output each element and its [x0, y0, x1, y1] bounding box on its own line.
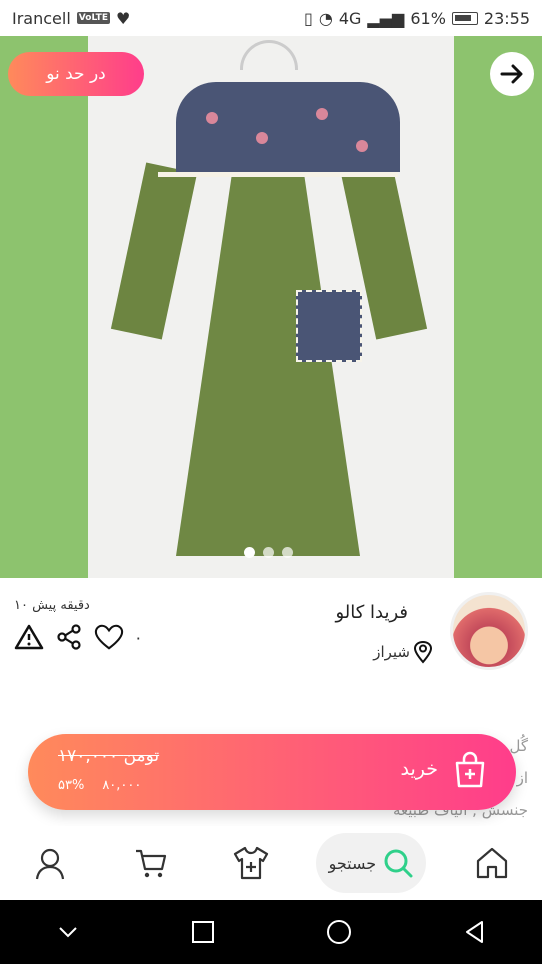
condition-badge: در حد نو [8, 52, 144, 96]
carrier: Irancell [12, 8, 71, 28]
carousel-dot[interactable] [282, 547, 293, 558]
product-photo [88, 36, 454, 578]
listing-info: ۱۰ دقیقه پیش ۰ فریدا کالو شیراز [0, 578, 542, 688]
report-button[interactable] [14, 622, 44, 652]
nav-cart[interactable] [116, 833, 186, 893]
screen: Irancell VoLTE ♥ ▯ ◔ 4G ▂▄▆ 61% 23:55 در… [0, 0, 542, 964]
bottom-nav: جستجو [0, 826, 542, 900]
search-icon [384, 849, 413, 878]
price-row: ۵۳% ۸۰,۰۰۰ [58, 778, 141, 793]
status-right: ▯ ◔ 4G ▂▄▆ 61% 23:55 [304, 9, 530, 28]
share-icon [57, 624, 81, 650]
dress-lace-trim [158, 172, 398, 177]
system-nav-bar [0, 900, 542, 964]
chevron-down-icon[interactable] [55, 919, 81, 945]
nav-add-item[interactable] [216, 833, 286, 893]
nav-search[interactable]: جستجو [316, 833, 427, 893]
carousel-dots [244, 547, 293, 558]
battery-icon [451, 11, 478, 25]
sale-price: ۸۰,۰۰۰ [102, 778, 142, 793]
nav-profile[interactable] [15, 833, 85, 893]
signal-icon: ▂▄▆ [367, 8, 405, 28]
home-circle-icon[interactable] [325, 918, 353, 946]
buy-button[interactable]: خرید ۱۷۰,۰۰۰ تومن ۵۳% ۸۰,۰۰۰ [28, 734, 516, 810]
recents-icon[interactable] [190, 919, 216, 945]
status-left: Irancell VoLTE ♥ [12, 9, 130, 28]
vibrate-icon: ▯ [304, 8, 313, 28]
flower-pattern [206, 112, 218, 124]
like-count: ۰ [134, 627, 143, 647]
dress-pocket [296, 290, 362, 362]
product-image-carousel[interactable]: در حد نو [0, 36, 542, 578]
warning-icon [14, 624, 44, 650]
seller-name[interactable]: فریدا کالو [335, 602, 408, 623]
add-clothing-icon [233, 846, 269, 880]
profile-icon [36, 848, 65, 880]
buy-label: خرید [400, 758, 439, 780]
seller-avatar[interactable] [450, 592, 528, 670]
battery-percent: 61% [410, 8, 446, 28]
network-label: 4G [338, 8, 362, 28]
original-price: ۱۷۰,۰۰۰ تومن [58, 746, 160, 766]
carousel-dot[interactable] [244, 547, 255, 558]
carousel-dot[interactable] [263, 547, 274, 558]
shopping-bag-plus-icon [455, 751, 485, 788]
dress-left-sleeve [110, 162, 198, 340]
search-label: جستجو [328, 853, 377, 873]
location-pin-icon [413, 640, 433, 664]
status-bar: Irancell VoLTE ♥ ▯ ◔ 4G ▂▄▆ 61% 23:55 [0, 0, 542, 36]
nav-home[interactable] [457, 833, 527, 893]
home-icon [476, 847, 507, 879]
posted-time: ۱۰ دقیقه پیش [14, 598, 90, 613]
heart-icon [94, 624, 124, 650]
listing-actions: ۰ [14, 622, 143, 652]
heart-status-icon: ♥ [115, 8, 131, 28]
flower-pattern [256, 132, 268, 144]
volte-badge: VoLTE [76, 12, 110, 24]
clock: 23:55 [483, 8, 530, 28]
cart-icon [135, 849, 166, 878]
hanger-hook [240, 40, 298, 70]
flower-pattern [356, 140, 368, 152]
dress-floral-yoke [176, 82, 400, 172]
flower-pattern [316, 108, 328, 120]
back-triangle-icon[interactable] [462, 919, 488, 945]
arrow-right-icon [500, 64, 523, 84]
like-button[interactable] [94, 622, 124, 652]
discount-percent: ۵۳% [58, 778, 85, 793]
seller-city: شیراز [373, 640, 434, 664]
wifi-icon: ◔ [318, 8, 333, 28]
city-label: شیراز [373, 643, 410, 661]
share-button[interactable] [54, 622, 84, 652]
back-button[interactable] [490, 52, 534, 96]
